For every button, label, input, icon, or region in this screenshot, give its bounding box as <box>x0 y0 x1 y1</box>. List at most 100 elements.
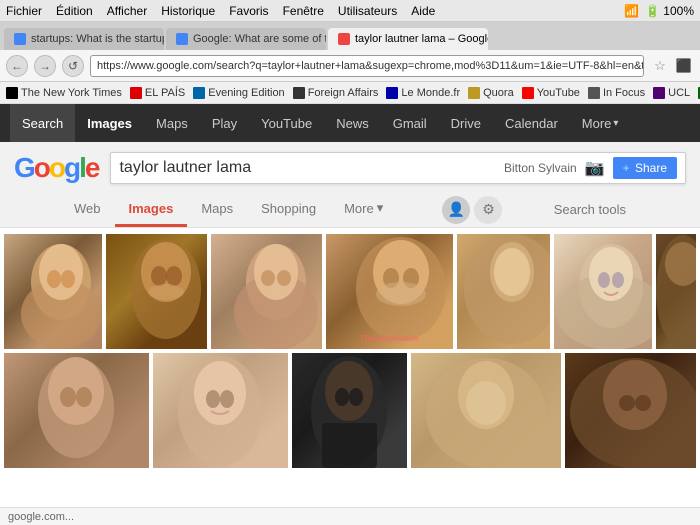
tab-1[interactable]: startups: What is the startup... <box>4 28 164 50</box>
bookmarks-bar: The New York Times EL PAÍS Evening Editi… <box>0 82 700 104</box>
image-cell-1-3[interactable] <box>211 234 321 349</box>
bm-evening-icon <box>193 87 205 99</box>
stab-maps[interactable]: Maps <box>187 193 247 227</box>
url-text: https://www.google.com/search?q=taylor+l… <box>97 60 644 72</box>
image-cell-2-5[interactable] <box>565 353 696 468</box>
search-query[interactable]: taylor lautner lama <box>119 159 504 177</box>
menu-edition[interactable]: Édition <box>56 4 93 18</box>
bm-elpais[interactable]: EL PAÍS <box>130 87 185 99</box>
image-cell-2-1[interactable] <box>4 353 149 468</box>
menu-afficher[interactable]: Afficher <box>107 4 147 18</box>
star-icon[interactable]: ⬛ <box>674 56 694 76</box>
gnav-search[interactable]: Search <box>10 104 75 142</box>
google-navbar: Search Images Maps Play YouTube News Gma… <box>0 104 700 142</box>
bm-evening[interactable]: Evening Edition <box>193 87 284 99</box>
search-box-right: Bitton Sylvain 📷 + Share <box>504 157 677 179</box>
menu-favoris[interactable]: Favoris <box>229 4 268 18</box>
image-cell-2-4[interactable] <box>411 353 561 468</box>
search-box[interactable]: taylor lautner lama Bitton Sylvain 📷 + S… <box>110 152 686 184</box>
menubar-right: 📶 🔋 100% <box>624 4 694 18</box>
bm-infocus-icon <box>588 87 600 99</box>
image-svg-1-6 <box>554 234 652 349</box>
gnav-gmail[interactable]: Gmail <box>381 104 439 142</box>
bm-ucl[interactable]: UCL <box>653 87 690 99</box>
stab-more[interactable]: More ▾ <box>330 192 397 227</box>
stab-images[interactable]: Images <box>115 193 188 227</box>
forward-button[interactable]: → <box>34 55 56 77</box>
bm-youtube[interactable]: YouTube <box>522 87 580 99</box>
profile-icon[interactable]: 👤 <box>442 196 470 224</box>
share-button[interactable]: + Share <box>613 157 677 179</box>
gnav-news[interactable]: News <box>324 104 381 142</box>
menu-fenetre[interactable]: Fenêtre <box>283 4 324 18</box>
gnav-more[interactable]: More ▾ <box>570 104 631 142</box>
addr-actions: ☆ ⬛ <box>650 56 694 76</box>
refresh-button[interactable]: ↺ <box>62 55 84 77</box>
camera-icon[interactable]: 📷 <box>585 158 605 178</box>
bm-foreign[interactable]: Foreign Affairs <box>293 87 379 99</box>
google-logo: Google <box>14 152 98 184</box>
status-bar: google.com... <box>0 507 700 525</box>
google-search-area: Google taylor lautner lama Bitton Sylvai… <box>0 142 700 228</box>
settings-icon[interactable]: ⚙ <box>474 196 502 224</box>
gnav-images[interactable]: Images <box>75 104 144 142</box>
image-cell-2-2[interactable] <box>153 353 288 468</box>
image-cell-1-2[interactable] <box>106 234 208 349</box>
image-cell-1-5[interactable] <box>457 234 550 349</box>
menu-items: Fichier Édition Afficher Historique Favo… <box>6 4 435 18</box>
stab-shopping[interactable]: Shopping <box>247 193 330 227</box>
address-bar: ← → ↺ https://www.google.com/search?q=ta… <box>0 50 700 82</box>
gnav-calendar[interactable]: Calendar <box>493 104 570 142</box>
image-svg-2-5 <box>565 353 696 468</box>
gnav-more-arrow: ▾ <box>613 118 618 129</box>
image-svg-1-1 <box>4 234 102 349</box>
image-svg-1-5 <box>457 234 550 349</box>
bm-elpais-icon <box>130 87 142 99</box>
gnav-maps[interactable]: Maps <box>144 104 200 142</box>
menu-aide[interactable]: Aide <box>411 4 435 18</box>
image-cell-1-6[interactable] <box>554 234 652 349</box>
menu-historique[interactable]: Historique <box>161 4 215 18</box>
bookmark-icon[interactable]: ☆ <box>650 56 670 76</box>
bm-quora-icon <box>468 87 480 99</box>
bm-lemonde-icon <box>386 87 398 99</box>
image-svg-1-2 <box>106 234 208 349</box>
bm-youtube-icon <box>522 87 534 99</box>
bm-infocus[interactable]: In Focus <box>588 87 645 99</box>
image-cell-1-4[interactable]: TheLamaRamos <box>326 234 453 349</box>
gnav-play[interactable]: Play <box>200 104 249 142</box>
tab-favicon-3 <box>338 33 350 45</box>
search-tools-button[interactable]: Search tools <box>540 194 640 225</box>
url-bar[interactable]: https://www.google.com/search?q=taylor+l… <box>90 55 644 77</box>
search-header: Google taylor lautner lama Bitton Sylvai… <box>0 152 700 184</box>
image-svg-2-4 <box>411 353 561 468</box>
bm-quora[interactable]: Quora <box>468 87 514 99</box>
image-cell-1-1[interactable] <box>4 234 102 349</box>
tab-2[interactable]: Google: What are some of th... <box>166 28 326 50</box>
status-url: google.com... <box>8 511 74 523</box>
wifi-icon: 📶 <box>624 4 639 18</box>
image-cell-1-7[interactable] <box>656 234 696 349</box>
stab-more-arrow: ▾ <box>377 200 384 216</box>
menu-fichier[interactable]: Fichier <box>6 4 42 18</box>
bm-nyt[interactable]: The New York Times <box>6 87 122 99</box>
tab-3[interactable]: taylor lautner lama – Google... <box>328 28 488 50</box>
stab-web[interactable]: Web <box>60 193 115 227</box>
image-overlay-text: TheLamaRamos <box>360 334 419 343</box>
images-row-1: TheLamaRamos <box>4 234 696 349</box>
menu-bar: Fichier Édition Afficher Historique Favo… <box>0 0 700 22</box>
image-cell-2-3[interactable] <box>292 353 407 468</box>
menu-utilisateurs[interactable]: Utilisateurs <box>338 4 397 18</box>
gnav-youtube[interactable]: YouTube <box>249 104 324 142</box>
bm-lemonde[interactable]: Le Monde.fr <box>386 87 460 99</box>
image-svg-2-1 <box>4 353 149 468</box>
bm-nyt-icon <box>6 87 18 99</box>
image-svg-2-3 <box>292 353 407 468</box>
bm-foreign-icon <box>293 87 305 99</box>
image-svg-1-4 <box>326 234 453 349</box>
image-svg-1-3 <box>211 234 321 349</box>
image-svg-1-7 <box>656 234 696 349</box>
gnav-drive[interactable]: Drive <box>439 104 493 142</box>
bm-ucl-icon <box>653 87 665 99</box>
back-button[interactable]: ← <box>6 55 28 77</box>
